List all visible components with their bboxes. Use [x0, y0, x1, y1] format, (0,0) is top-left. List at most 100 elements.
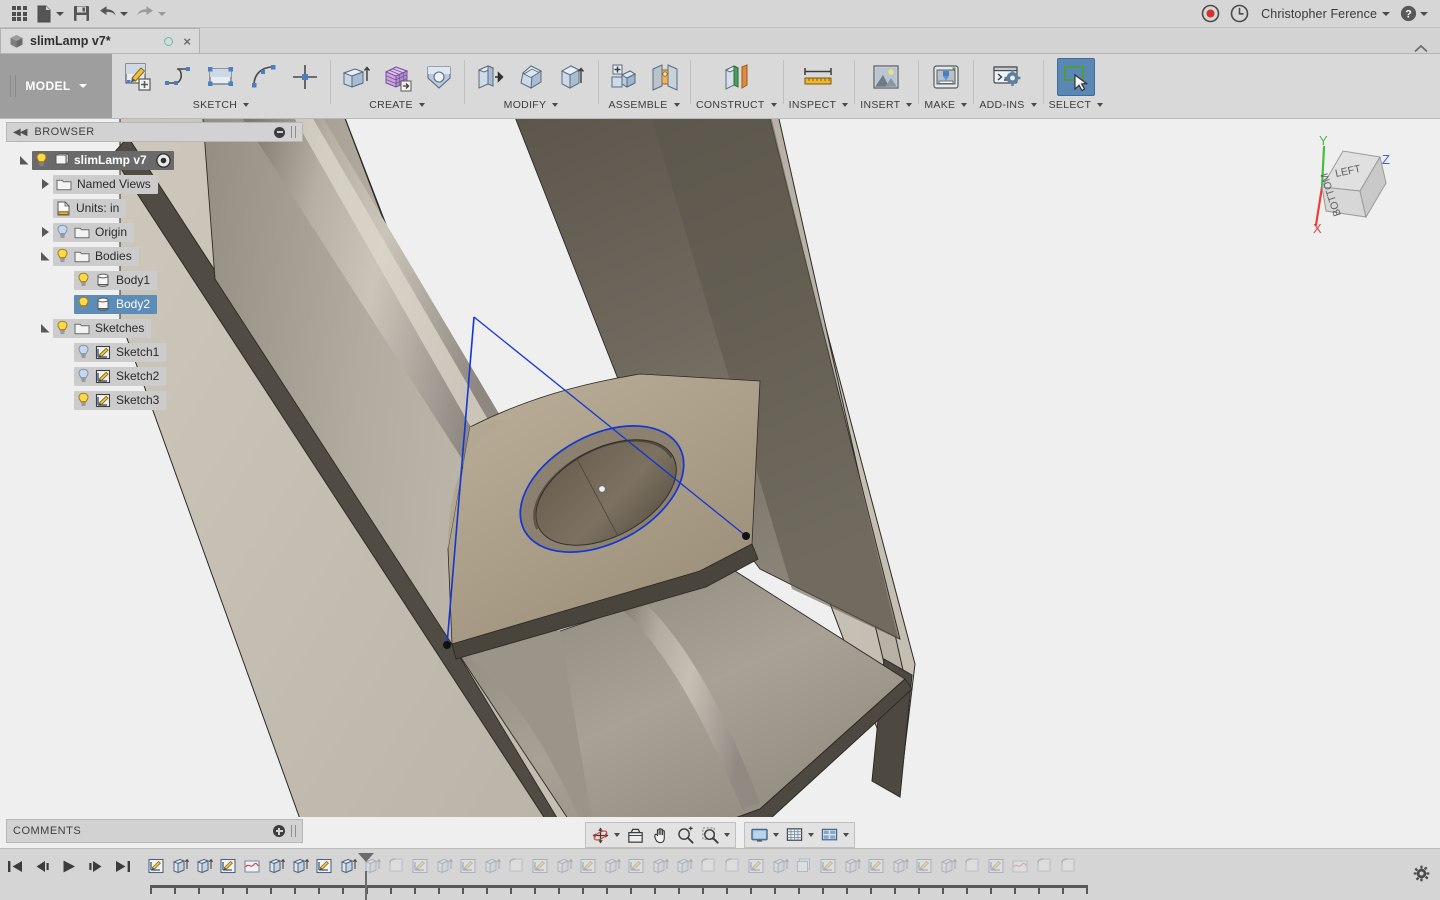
- tree-item-chip[interactable]: Body1: [74, 270, 158, 290]
- comments-panel[interactable]: COMMENTS: [6, 819, 303, 843]
- resize-grip-icon[interactable]: [291, 825, 296, 837]
- point-button[interactable]: [286, 58, 324, 96]
- timeline-feature-extrude[interactable]: [648, 853, 672, 879]
- timeline-feature-extrude[interactable]: [264, 853, 288, 879]
- tree-row-units-in[interactable]: Units: in: [0, 196, 300, 220]
- expand-arrow-open-icon[interactable]: [16, 155, 32, 165]
- go-to-end-button[interactable]: [114, 857, 132, 875]
- timeline-feature-fillet[interactable]: [720, 853, 744, 879]
- timeline-feature-fillet[interactable]: [504, 853, 528, 879]
- viewports-button[interactable]: [817, 824, 852, 846]
- job-status-button[interactable]: [1226, 1, 1253, 27]
- timeline-feature-sketch[interactable]: [144, 853, 168, 879]
- timeline-feature-sketch[interactable]: [576, 853, 600, 879]
- orbit-button[interactable]: [588, 824, 623, 846]
- pan-button[interactable]: [648, 824, 673, 846]
- activate-component-icon[interactable]: [155, 152, 171, 168]
- lightbulb-on-icon[interactable]: [35, 152, 48, 168]
- expand-arrow-open-icon[interactable]: [37, 323, 53, 333]
- tree-row-sketch2[interactable]: Sketch2: [0, 364, 300, 388]
- timeline-feature-extrude[interactable]: [288, 853, 312, 879]
- timeline-feature-sketch[interactable]: [816, 853, 840, 879]
- lightbulb-on-icon[interactable]: [77, 296, 90, 312]
- lightbulb-off-icon[interactable]: [56, 224, 69, 240]
- select-button[interactable]: [1056, 58, 1095, 96]
- workspace-selector[interactable]: MODEL: [0, 54, 112, 118]
- screen-record-button[interactable]: [1197, 1, 1224, 27]
- look-at-button[interactable]: [623, 824, 648, 846]
- resize-grip-icon[interactable]: [291, 126, 296, 138]
- document-tab-slimlamp[interactable]: slimLamp v7* ×: [0, 28, 200, 53]
- line-button[interactable]: [160, 58, 198, 96]
- timeline-feature-extrude[interactable]: [888, 853, 912, 879]
- go-to-beginning-button[interactable]: [6, 857, 24, 875]
- joint-button[interactable]: [646, 58, 684, 96]
- press-pull-button[interactable]: [470, 58, 508, 96]
- tree-item-chip[interactable]: Sketch3: [74, 390, 167, 410]
- timeline-feature-loft[interactable]: [1008, 853, 1032, 879]
- play-button[interactable]: [60, 857, 78, 875]
- hole-button[interactable]: [420, 58, 458, 96]
- spline-button[interactable]: [244, 58, 282, 96]
- tree-row-origin[interactable]: Origin: [0, 220, 300, 244]
- save-button[interactable]: [68, 1, 94, 27]
- timeline-feature-sketch[interactable]: [624, 853, 648, 879]
- timeline-feature-sketch[interactable]: [744, 853, 768, 879]
- collapse-browser-button[interactable]: ◀◀: [13, 127, 27, 138]
- shell-button[interactable]: [554, 58, 592, 96]
- tree-row-named-views[interactable]: Named Views: [0, 172, 300, 196]
- 3d-print-button[interactable]: [927, 58, 965, 96]
- step-back-button[interactable]: [33, 857, 51, 875]
- expand-arrow-closed-icon[interactable]: [37, 179, 53, 189]
- ribbon-group-label[interactable]: CREATE: [369, 99, 425, 111]
- timeline-marker[interactable]: [358, 853, 374, 900]
- new-component-button[interactable]: [604, 58, 642, 96]
- lightbulb-off-icon[interactable]: [77, 368, 90, 384]
- expand-arrow-open-icon[interactable]: [37, 251, 53, 261]
- lightbulb-on-icon[interactable]: [77, 272, 90, 288]
- lightbulb-on-icon[interactable]: [77, 392, 90, 408]
- tree-item-chip[interactable]: slimLamp v7: [32, 150, 174, 170]
- timeline-feature-extrude[interactable]: [552, 853, 576, 879]
- minimize-icon[interactable]: [274, 126, 285, 138]
- timeline-feature-sketch[interactable]: [528, 853, 552, 879]
- show-data-panel-button[interactable]: [6, 1, 32, 27]
- tree-row-bodies[interactable]: Bodies: [0, 244, 300, 268]
- tree-item-chip[interactable]: Sketch1: [74, 342, 167, 362]
- timeline-feature-loft[interactable]: [240, 853, 264, 879]
- ribbon-group-label[interactable]: MAKE: [924, 99, 968, 111]
- lightbulb-on-icon[interactable]: [56, 248, 69, 264]
- add-comment-button[interactable]: [273, 825, 285, 837]
- timeline-feature-extrude[interactable]: [672, 853, 696, 879]
- file-menu-button[interactable]: [32, 1, 68, 27]
- collapse-ribbon-button[interactable]: [1414, 44, 1440, 53]
- ribbon-group-label[interactable]: INSPECT: [789, 99, 849, 111]
- rectangle-button[interactable]: [202, 58, 240, 96]
- timeline-feature-sketch[interactable]: [456, 853, 480, 879]
- timeline-feature-sketch[interactable]: [408, 853, 432, 879]
- tree-row-body1[interactable]: Body1: [0, 268, 300, 292]
- timeline-feature-extrude[interactable]: [936, 853, 960, 879]
- timeline-feature-fillet[interactable]: [960, 853, 984, 879]
- fillet-button[interactable]: [512, 58, 550, 96]
- step-forward-button[interactable]: [87, 857, 105, 875]
- timeline-track[interactable]: [144, 853, 1400, 900]
- timeline-feature-pattern[interactable]: [792, 853, 816, 879]
- tree-row-slimlamp-v7[interactable]: slimLamp v7: [0, 148, 300, 172]
- lightbulb-on-icon[interactable]: [56, 320, 69, 336]
- timeline-settings-button[interactable]: [1413, 865, 1430, 882]
- user-account-button[interactable]: Christopher Ference: [1255, 1, 1394, 27]
- timeline-feature-sketch[interactable]: [216, 853, 240, 879]
- scripts-addins-button[interactable]: [989, 58, 1027, 96]
- create-form-button[interactable]: [378, 58, 416, 96]
- ribbon-group-label[interactable]: SELECT: [1049, 99, 1104, 111]
- timeline-feature-extrude[interactable]: [600, 853, 624, 879]
- grid-snaps-button[interactable]: [782, 824, 817, 846]
- timeline-feature-extrude[interactable]: [768, 853, 792, 879]
- tree-item-chip[interactable]: Body2: [74, 294, 158, 314]
- timeline-feature-sketch[interactable]: [912, 853, 936, 879]
- tree-item-chip[interactable]: Bodies: [53, 246, 139, 266]
- tree-row-sketch1[interactable]: Sketch1: [0, 340, 300, 364]
- extrude-button[interactable]: [336, 58, 374, 96]
- timeline-feature-extrude[interactable]: [840, 853, 864, 879]
